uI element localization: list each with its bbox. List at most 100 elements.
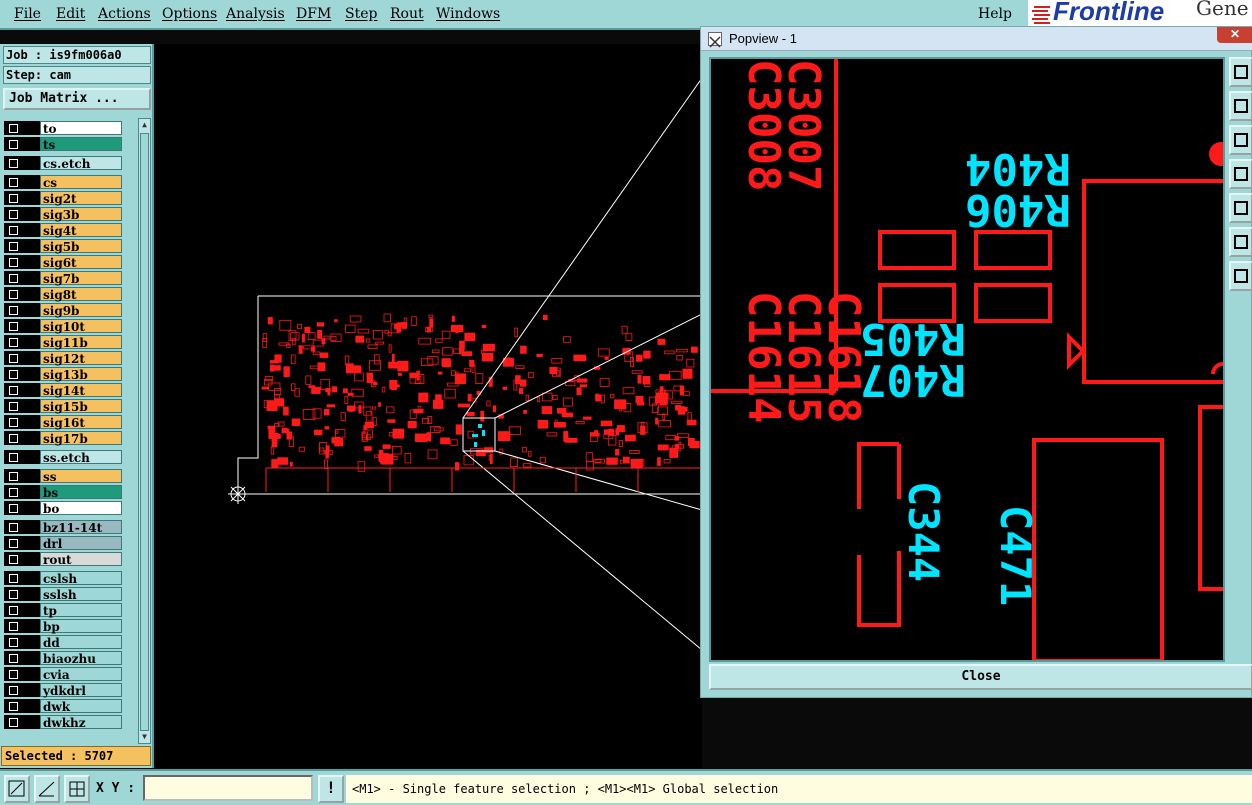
measure-icon[interactable] (34, 775, 60, 803)
layer-row[interactable]: tp (3, 602, 137, 618)
layer-name[interactable]: sig13b (40, 367, 122, 382)
layer-checkbox[interactable] (4, 619, 21, 633)
layer-row[interactable]: cvia (3, 666, 137, 682)
layer-checkbox[interactable] (4, 367, 21, 381)
layer-name[interactable]: ss (40, 469, 122, 484)
layer-name[interactable]: cs.etch (40, 156, 122, 171)
layer-checkbox[interactable] (4, 207, 21, 221)
layer-color-swatch[interactable] (21, 469, 40, 483)
layer-row[interactable]: ss (3, 468, 137, 484)
layer-checkbox[interactable] (4, 399, 21, 413)
layer-checkbox[interactable] (4, 651, 21, 665)
layer-row[interactable]: sig6t (3, 254, 137, 270)
layer-color-swatch[interactable] (21, 715, 40, 729)
layer-row[interactable]: bo (3, 500, 137, 516)
layer-checkbox[interactable] (4, 699, 21, 713)
layer-name[interactable]: sslsh (40, 587, 122, 602)
layer-name[interactable]: cslsh (40, 571, 122, 586)
menu-analysis[interactable]: Analysis (226, 6, 285, 22)
layer-color-swatch[interactable] (21, 335, 40, 349)
layer-name[interactable]: sig15b (40, 399, 122, 414)
layer-color-swatch[interactable] (21, 415, 40, 429)
layer-checkbox[interactable] (4, 137, 21, 151)
layer-name[interactable]: sig16t (40, 415, 122, 430)
layer-row[interactable]: ss.etch (3, 449, 137, 465)
layer-color-swatch[interactable] (21, 619, 40, 633)
layer-name[interactable]: sig4t (40, 223, 122, 238)
layer-name[interactable]: bo (40, 501, 122, 516)
xy-input[interactable] (143, 775, 313, 801)
layer-name[interactable]: biaozhu (40, 651, 122, 666)
layer-scrollbar[interactable]: ▲ ▼ (138, 118, 151, 744)
layer-checkbox[interactable] (4, 450, 21, 464)
layer-color-swatch[interactable] (21, 367, 40, 381)
menu-options[interactable]: Options (162, 6, 217, 22)
scroll-up-icon[interactable]: ▲ (140, 119, 149, 131)
zoom-in-icon[interactable] (1229, 91, 1252, 121)
layer-color-swatch[interactable] (21, 635, 40, 649)
layer-row[interactable]: sig17b (3, 430, 137, 446)
layer-row[interactable]: sig2t (3, 190, 137, 206)
layer-row[interactable]: ts (3, 136, 137, 152)
layer-name[interactable]: sig3b (40, 207, 122, 222)
layer-name[interactable]: bs (40, 485, 122, 500)
menu-step[interactable]: Step (345, 6, 377, 22)
layer-row[interactable]: sig14t (3, 382, 137, 398)
layer-checkbox[interactable] (4, 635, 21, 649)
layer-row[interactable]: sslsh (3, 586, 137, 602)
menu-windows[interactable]: Windows (436, 6, 500, 22)
layer-color-swatch[interactable] (21, 667, 40, 681)
layer-row[interactable]: sig3b (3, 206, 137, 222)
layer-checkbox[interactable] (4, 239, 21, 253)
popview-canvas[interactable]: C1615 C1614 C3007 C3008 C1618 R404 R406 R405 R4… (709, 57, 1225, 662)
layer-name[interactable]: sig7b (40, 271, 122, 286)
layer-name[interactable]: bp (40, 619, 122, 634)
layer-color-swatch[interactable] (21, 603, 40, 617)
layer-row[interactable]: sig8t (3, 286, 137, 302)
layer-checkbox[interactable] (4, 469, 21, 483)
layer-name[interactable]: sig8t (40, 287, 122, 302)
layer-color-swatch[interactable] (21, 156, 40, 170)
menu-actions[interactable]: Actions (98, 6, 151, 22)
layer-row[interactable]: biaozhu (3, 650, 137, 666)
layer-checkbox[interactable] (4, 319, 21, 333)
layer-row[interactable]: cs (3, 174, 137, 190)
layer-row[interactable]: ydkdrl (3, 682, 137, 698)
layer-checkbox[interactable] (4, 351, 21, 365)
layer-name[interactable]: to (40, 121, 122, 136)
layer-name[interactable]: sig17b (40, 431, 122, 446)
layer-name[interactable]: sig12t (40, 351, 122, 366)
layer-row[interactable]: sig15b (3, 398, 137, 414)
layer-color-swatch[interactable] (21, 351, 40, 365)
pan-left-icon[interactable] (1229, 159, 1252, 189)
zoom-box-icon[interactable] (4, 775, 30, 803)
layer-color-swatch[interactable] (21, 552, 40, 566)
layer-color-swatch[interactable] (21, 191, 40, 205)
layer-color-swatch[interactable] (21, 239, 40, 253)
job-matrix-button[interactable]: Job Matrix ... (3, 88, 151, 110)
layer-checkbox[interactable] (4, 536, 21, 550)
popview-titlebar[interactable]: Popview - 1 ✕ (701, 27, 1252, 51)
layer-checkbox[interactable] (4, 571, 21, 585)
layer-color-swatch[interactable] (21, 271, 40, 285)
layer-checkbox[interactable] (4, 501, 21, 515)
layer-name[interactable]: bz11-14t (40, 520, 122, 535)
layer-color-swatch[interactable] (21, 501, 40, 515)
layer-row[interactable]: sig12t (3, 350, 137, 366)
layer-name[interactable]: sig11b (40, 335, 122, 350)
layer-row[interactable]: sig11b (3, 334, 137, 350)
layer-color-swatch[interactable] (21, 255, 40, 269)
layer-color-swatch[interactable] (21, 207, 40, 221)
layer-checkbox[interactable] (4, 271, 21, 285)
layer-row[interactable]: sig5b (3, 238, 137, 254)
layer-row[interactable]: sig4t (3, 222, 137, 238)
layer-name[interactable]: dwk (40, 699, 122, 714)
layer-row[interactable]: dwk (3, 698, 137, 714)
layer-checkbox[interactable] (4, 255, 21, 269)
layer-row[interactable]: cs.etch (3, 155, 137, 171)
close-icon[interactable]: ✕ (1217, 27, 1252, 43)
layer-name[interactable]: sig14t (40, 383, 122, 398)
layer-row[interactable]: bs (3, 484, 137, 500)
layer-row[interactable]: bz11-14t (3, 519, 137, 535)
layer-checkbox[interactable] (4, 552, 21, 566)
